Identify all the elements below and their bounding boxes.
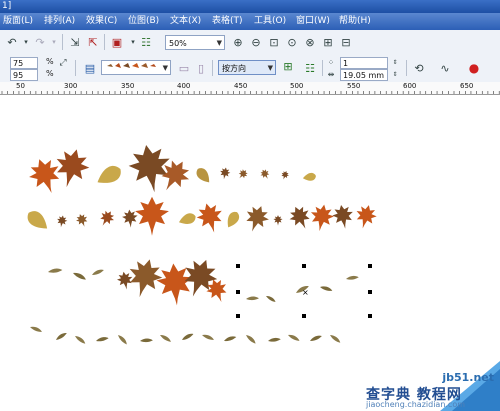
chevron-down-icon[interactable]: ▼ <box>217 36 222 51</box>
canvas-artwork: × <box>24 141 379 346</box>
separator <box>212 60 213 76</box>
delete-icon[interactable]: ▯ <box>193 60 209 76</box>
leaf-row-1 <box>24 141 317 199</box>
width-unit-label: % <box>46 57 54 66</box>
ruler-label: 300 <box>64 82 78 90</box>
zoom-selected-icon[interactable]: ⊡ <box>266 34 282 50</box>
open-folder-icon[interactable]: ▤ <box>82 60 98 76</box>
zoom-all-objects-icon[interactable]: ⊙ <box>284 34 300 50</box>
chevron-down-icon[interactable]: ▼ <box>163 61 168 76</box>
separator <box>104 34 105 50</box>
redo-dropdown-icon[interactable]: ▾ <box>46 34 62 50</box>
application-launcher-icon[interactable]: ☷ <box>138 34 154 50</box>
zoom-page-width-icon[interactable]: ⊞ <box>320 34 336 50</box>
svg-text:×: × <box>302 288 309 297</box>
ruler-label: 450 <box>234 82 248 90</box>
drawing-canvas[interactable]: × <box>0 95 500 411</box>
zoom-out-icon[interactable]: ⊖ <box>248 34 264 50</box>
save-icon[interactable]: ▭ <box>176 60 192 76</box>
zoom-page-height-icon[interactable]: ⊟ <box>338 34 354 50</box>
spin-up-down-icon[interactable]: ⇕ <box>390 68 400 80</box>
selection-handles[interactable]: × <box>236 264 372 318</box>
publish-pdf-icon[interactable]: ▣ <box>109 34 125 50</box>
ruler-label: 650 <box>460 82 474 90</box>
menu-table[interactable]: 表格(T) <box>212 15 243 28</box>
watermark-site: jb51.net <box>442 371 494 384</box>
object-width-field[interactable]: 75 <box>10 57 38 69</box>
window-title: 1] <box>2 1 12 11</box>
standard-toolbar: ↶ ▾ ↷ ▾ ⇲ ⇱ ▣ ▾ ☷ 50% ▼ ⊕ ⊖ ⊡ ⊙ ⊗ ⊞ ⊟ <box>0 30 500 55</box>
import-icon[interactable]: ⇲ <box>67 34 83 50</box>
dabs-per-spray-field[interactable]: 1 <box>340 57 388 69</box>
property-bar: 75 % ⤢ 95 % ▤ ▼ ▭ ▯ 按方向 ▼ ⊞ ☷ ⁘ 1 ⇕ ⇹ 19… <box>0 54 500 83</box>
reset-values-icon[interactable]: ● <box>466 60 482 76</box>
ruler-label: 550 <box>347 82 361 90</box>
leaf-row-4 <box>29 325 342 346</box>
menu-bitmaps[interactable]: 位图(B) <box>128 15 159 28</box>
watermark-url: jiaocheng.chazidian.com <box>366 400 466 409</box>
sprayer-order-combo[interactable]: 按方向 ▼ <box>218 60 276 75</box>
zoom-in-icon[interactable]: ⊕ <box>230 34 246 50</box>
height-unit-label: % <box>46 69 54 78</box>
chevron-down-icon[interactable]: ▼ <box>268 61 273 76</box>
dab-spacing-field[interactable]: 19.05 mm <box>340 69 388 81</box>
menu-layout[interactable]: 版面(L) <box>3 15 33 28</box>
menu-arrange[interactable]: 排列(A) <box>44 15 75 28</box>
menu-tools[interactable]: 工具(O) <box>254 15 286 28</box>
title-bar: 1] <box>0 0 500 13</box>
menu-bar: 版面(L) 排列(A) 效果(C) 位图(B) 文本(X) 表格(T) 工具(O… <box>0 13 500 30</box>
spray-list-options-icon[interactable]: ☷ <box>302 60 318 76</box>
menu-text[interactable]: 文本(X) <box>170 15 201 28</box>
ruler-label: 350 <box>121 82 135 90</box>
lock-ratio-icon[interactable]: ⤢ <box>56 56 70 70</box>
offset-icon[interactable]: ∿ <box>437 60 453 76</box>
spin-up-down-icon[interactable]: ⇕ <box>390 56 400 68</box>
menu-effects[interactable]: 效果(C) <box>86 15 117 28</box>
ruler-label: 600 <box>403 82 417 90</box>
add-to-playlist-icon[interactable]: ⊞ <box>280 58 296 74</box>
separator <box>62 34 63 50</box>
brush-stroke-combo[interactable]: ▼ <box>101 60 171 75</box>
leaf-row-3 <box>47 254 359 307</box>
ruler-label: 500 <box>290 82 304 90</box>
menu-help[interactable]: 帮助(H) <box>339 15 371 28</box>
zoom-page-icon[interactable]: ⊗ <box>302 34 318 50</box>
horizontal-ruler[interactable]: 50 300 350 400 450 500 550 600 650 <box>0 82 500 95</box>
zoom-level-combo[interactable]: 50% ▼ <box>165 35 225 50</box>
separator <box>322 60 323 76</box>
menu-window[interactable]: 窗口(W) <box>296 15 330 28</box>
dabs-per-spray-icon: ⁘ <box>327 57 335 67</box>
separator <box>75 60 76 76</box>
ruler-label: 400 <box>177 82 191 90</box>
rotation-icon[interactable]: ⟲ <box>411 60 427 76</box>
spacing-icon: ⇹ <box>327 69 335 79</box>
export-icon[interactable]: ⇱ <box>85 34 101 50</box>
leaf-row-2 <box>24 196 379 236</box>
sprayer-order-value: 按方向 <box>222 64 246 73</box>
zoom-level-value: 50% <box>169 39 187 48</box>
object-height-field[interactable]: 95 <box>10 69 38 81</box>
ruler-label: 50 <box>16 82 25 90</box>
brush-stroke-preview <box>105 63 157 73</box>
separator <box>406 60 407 76</box>
